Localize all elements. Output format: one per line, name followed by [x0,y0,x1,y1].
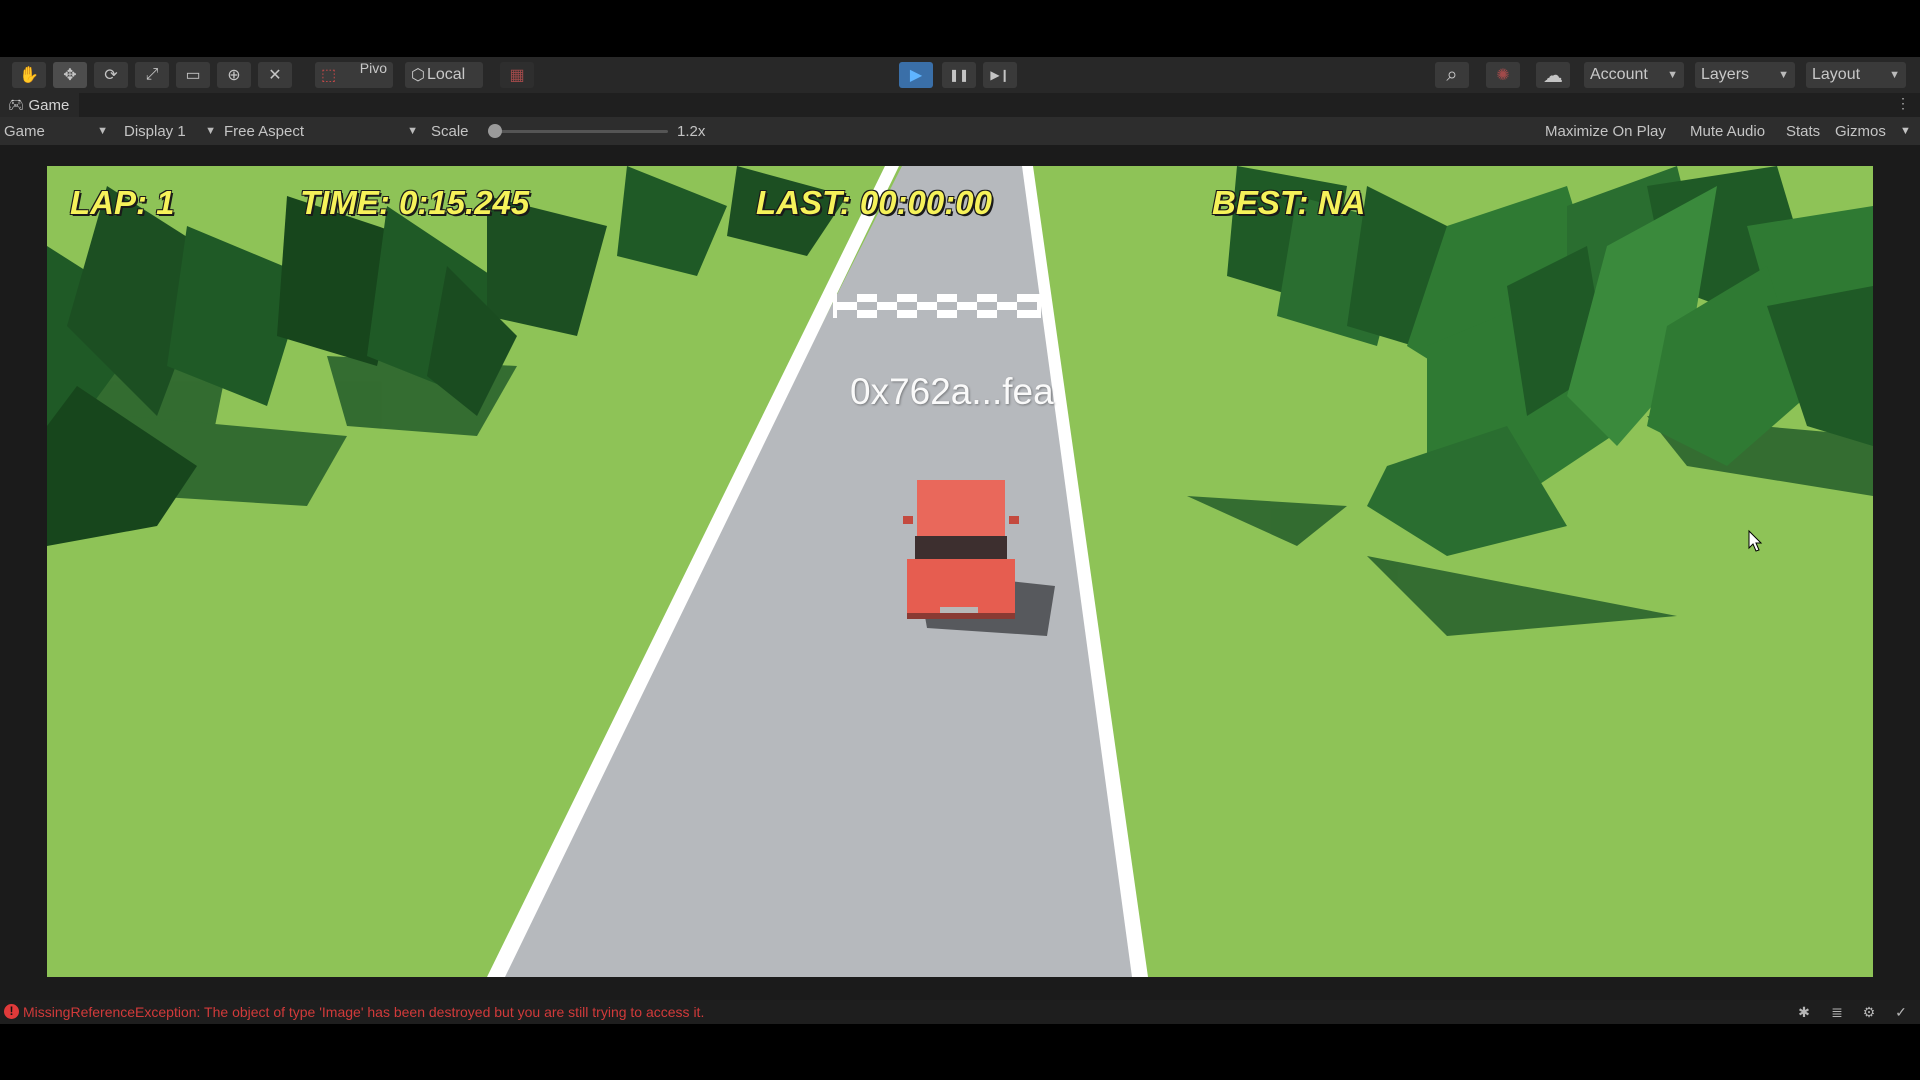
layers-dropdown[interactable]: Layers ▼ [1695,62,1795,88]
scale-slider-handle[interactable] [488,124,503,138]
finish-line [833,294,1041,318]
gizmos-toggle[interactable]: Gizmos [1835,117,1886,145]
tab-bar: 🎮︎ Game ⋮ [0,93,1920,117]
cloud-icon: ☁ [1543,64,1563,87]
more-options-icon[interactable]: ⋮ [1896,95,1910,112]
local-toggle[interactable]: ⬡ Local [405,62,483,88]
hand-tool-button[interactable]: ✋ [12,62,46,88]
aspect-select[interactable]: Free Aspect ▼ [224,117,418,145]
view-select[interactable]: Game ▼ [4,117,108,145]
collab-icon: ✺ [1496,67,1510,84]
chevron-down-icon: ▼ [407,125,418,137]
mute-audio-toggle[interactable]: Mute Audio [1690,117,1765,145]
hud-best-lap: BEST: NA [1212,184,1366,221]
move-icon: ✥ [63,67,77,84]
cloud-button[interactable]: ☁ [1536,62,1570,88]
error-icon: ! [4,1004,19,1019]
move-tool-button[interactable]: ✥ [53,62,87,88]
account-label: Account [1590,66,1648,83]
grid-icon: ▦ [509,67,525,84]
maximize-on-play-toggle[interactable]: Maximize On Play [1545,117,1666,145]
status-bar: ! MissingReferenceException: The object … [0,1000,1920,1024]
play-icon: ▶ [909,67,923,84]
layers-label: Layers [1701,66,1750,83]
scale-tool-button[interactable]: ⤢ [135,62,169,88]
chevron-down-icon: ▼ [1667,69,1678,81]
hand-icon: ✋ [19,67,39,84]
local-icon: ⬡ [411,67,425,84]
account-dropdown[interactable]: Account ▼ [1584,62,1684,88]
search-button[interactable]: ⌕ [1435,62,1469,88]
pivot-icon: ⬚ [321,67,337,84]
console-error-message[interactable]: MissingReferenceException: The object of… [23,1004,704,1020]
settings-icon[interactable]: ⚙ [1860,1003,1878,1021]
transform-tool-button[interactable]: ⊕ [217,62,251,88]
rect-icon: ▭ [185,67,201,84]
aspect-select-label: Free Aspect [224,122,305,140]
stack-icon[interactable]: ≣ [1828,1003,1846,1021]
pivot-label: Pivo [359,60,387,76]
scale-label: Scale [431,122,469,140]
game-viewport[interactable]: LAP: 1 TIME: 0:15.245 LAST: 00:00:00 BES… [47,166,1873,977]
scale-icon: ⤢ [145,66,159,83]
scale-value: 1.2x [677,122,706,140]
layout-label: Layout [1812,66,1861,83]
chevron-down-icon: ▼ [97,125,108,137]
display-select-label: Display 1 [124,122,186,140]
chevron-down-icon: ▼ [1889,69,1900,81]
main-toolbar: ✋ ✥ ⟳ ⤢ ▭ ⊕ ✕ ⬚ Pivo ⬡ Local ▦ ▶ ❚❚ ▶❙ ⌕… [0,57,1920,93]
step-button[interactable]: ▶❙ [983,62,1017,88]
chevron-down-icon: ▼ [1778,69,1789,81]
custom-tool-button[interactable]: ✕ [258,62,292,88]
scale-slider[interactable] [488,130,668,133]
hud-last-lap: LAST: 00:00:00 [756,184,992,221]
local-label: Local [426,66,466,83]
hud-lap: LAP: 1 [70,184,175,221]
pivot-toggle[interactable]: ⬚ Pivo [315,60,393,88]
chevron-down-icon: ▼ [205,125,216,137]
step-icon: ▶❙ [990,68,1010,82]
grid-snap-button[interactable]: ▦ [500,62,534,88]
pause-button[interactable]: ❚❚ [942,62,976,88]
game-scene [47,166,1873,977]
check-icon[interactable]: ✓ [1892,1003,1910,1021]
hud-time: TIME: 0:15.245 [300,184,530,221]
rect-tool-button[interactable]: ▭ [176,62,210,88]
search-icon: ⌕ [1446,63,1458,86]
view-select-label: Game [4,122,45,140]
debug-icon[interactable]: ✱ [1795,1003,1813,1021]
pause-icon: ❚❚ [948,68,970,82]
gizmos-dropdown-icon[interactable]: ▼ [1900,117,1911,145]
player-wallet-label: 0x762a...fea [850,371,1054,412]
tab-game[interactable]: 🎮︎ Game [0,93,80,117]
transform-icon: ⊕ [227,67,241,84]
play-button[interactable]: ▶ [899,62,933,88]
display-select[interactable]: Display 1 ▼ [124,117,216,145]
layout-dropdown[interactable]: Layout ▼ [1806,62,1906,88]
gamepad-icon: 🎮︎ [8,97,25,112]
tab-game-label: Game [28,96,70,114]
stats-toggle[interactable]: Stats [1786,117,1820,145]
collab-button[interactable]: ✺ [1486,62,1520,88]
game-view-controls: Game ▼ Display 1 ▼ Free Aspect ▼ Scale 1… [0,117,1920,145]
custom-tool-icon: ✕ [268,67,282,84]
rotate-tool-button[interactable]: ⟳ [94,62,128,88]
rotate-icon: ⟳ [104,67,118,84]
